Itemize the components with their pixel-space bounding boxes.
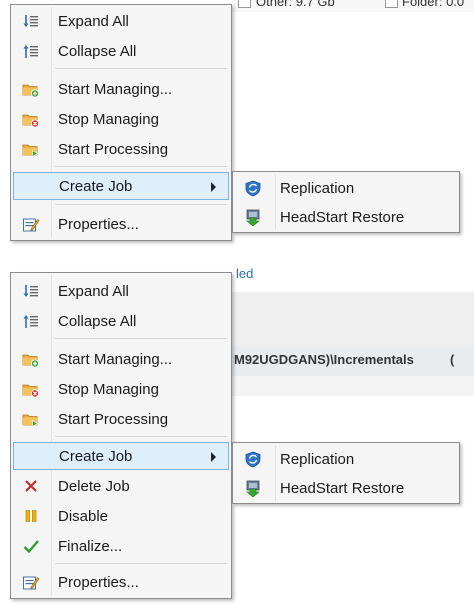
menu-item-disable[interactable]: Disable bbox=[13, 502, 229, 530]
menu-item-headstart-restore[interactable]: HeadStart Restore bbox=[235, 474, 457, 502]
replication-shield-icon bbox=[235, 445, 271, 473]
menu-item-label: Expand All bbox=[58, 282, 129, 300]
background-checkbox[interactable] bbox=[385, 0, 398, 8]
menu-separator bbox=[55, 68, 227, 69]
submenu-arrow-icon bbox=[211, 452, 216, 462]
menu-item-replication[interactable]: Replication bbox=[235, 445, 457, 473]
folder-add-icon bbox=[13, 345, 49, 373]
create-job-submenu-1: Replication HeadStart Restore bbox=[232, 171, 460, 233]
menu-item-label: Properties... bbox=[58, 573, 139, 591]
menu-item-label: Start Processing bbox=[58, 410, 169, 428]
menu-item-label: Start Processing bbox=[58, 140, 169, 158]
menu-item-replication[interactable]: Replication bbox=[235, 174, 457, 202]
properties-icon bbox=[13, 568, 49, 596]
menu-item-collapse-all[interactable]: Collapse All bbox=[13, 307, 229, 335]
menu-item-label: Stop Managing bbox=[58, 110, 159, 128]
expand-all-icon bbox=[13, 7, 49, 35]
expand-all-icon bbox=[13, 277, 49, 305]
menu-item-label: Replication bbox=[280, 179, 355, 197]
menu-item-start-managing[interactable]: Start Managing... bbox=[13, 345, 229, 373]
menu-item-start-processing[interactable]: Start Processing bbox=[13, 405, 229, 433]
collapse-all-icon bbox=[13, 37, 49, 65]
menu-separator bbox=[55, 436, 227, 437]
menu-item-label: Collapse All bbox=[58, 312, 137, 330]
menu-item-label: Stop Managing bbox=[58, 380, 159, 398]
menu-separator bbox=[55, 338, 227, 339]
menu-item-create-job[interactable]: Create Job bbox=[13, 172, 229, 200]
folder-process-icon bbox=[13, 135, 49, 163]
menu-separator bbox=[55, 166, 227, 167]
background-checkbox[interactable] bbox=[238, 0, 251, 8]
menu-item-label: Finalize... bbox=[58, 537, 123, 555]
background-text: Folder: 0.0 bbox=[402, 0, 465, 9]
menu-separator bbox=[55, 563, 227, 564]
menu-item-start-managing[interactable]: Start Managing... bbox=[13, 75, 229, 103]
headstart-restore-icon bbox=[235, 474, 271, 502]
menu-item-properties[interactable]: Properties... bbox=[13, 210, 229, 238]
background-text: Other: 9.7 Gb bbox=[256, 0, 335, 9]
menu-item-label: Expand All bbox=[58, 12, 129, 30]
menu-item-expand-all[interactable]: Expand All bbox=[13, 7, 229, 35]
menu-separator bbox=[55, 204, 227, 205]
background-text: led bbox=[236, 266, 254, 281]
menu-item-label: Disable bbox=[58, 507, 109, 525]
create-job-submenu-2: Replication HeadStart Restore bbox=[232, 442, 460, 504]
menu-item-finalize[interactable]: Finalize... bbox=[13, 532, 229, 560]
folder-stop-icon bbox=[13, 105, 49, 133]
menu-item-collapse-all[interactable]: Collapse All bbox=[13, 37, 229, 65]
replication-shield-icon bbox=[235, 174, 271, 202]
menu-item-label: Create Job bbox=[59, 177, 133, 195]
menu-item-label: Collapse All bbox=[58, 42, 137, 60]
menu-item-delete-job[interactable]: Delete Job bbox=[13, 472, 229, 500]
menu-item-label: Replication bbox=[280, 450, 355, 468]
background-row bbox=[232, 292, 474, 346]
menu-item-label: Create Job bbox=[59, 447, 133, 465]
background-text: ( bbox=[450, 352, 455, 367]
collapse-all-icon bbox=[13, 307, 49, 335]
menu-item-create-job[interactable]: Create Job bbox=[13, 442, 229, 470]
context-menu-1: Expand All Collapse All Start Managing..… bbox=[10, 4, 232, 241]
menu-item-label: Properties... bbox=[58, 215, 139, 233]
pause-icon bbox=[13, 502, 49, 530]
submenu-arrow-icon bbox=[211, 182, 216, 192]
menu-item-stop-managing[interactable]: Stop Managing bbox=[13, 375, 229, 403]
menu-item-stop-managing[interactable]: Stop Managing bbox=[13, 105, 229, 133]
context-menu-2: Expand All Collapse All Start Managing..… bbox=[10, 272, 232, 599]
folder-process-icon bbox=[13, 405, 49, 433]
headstart-restore-icon bbox=[235, 203, 271, 231]
delete-x-icon bbox=[13, 472, 49, 500]
menu-item-start-processing[interactable]: Start Processing bbox=[13, 135, 229, 163]
menu-item-label: HeadStart Restore bbox=[280, 479, 405, 497]
menu-item-expand-all[interactable]: Expand All bbox=[13, 277, 229, 305]
properties-icon bbox=[13, 210, 49, 238]
menu-item-headstart-restore[interactable]: HeadStart Restore bbox=[235, 203, 457, 231]
background-text: M92UGDGANS)\Incrementals bbox=[234, 352, 414, 367]
menu-item-label: Start Managing... bbox=[58, 350, 173, 368]
menu-item-label: HeadStart Restore bbox=[280, 208, 405, 226]
menu-item-label: Start Managing... bbox=[58, 80, 173, 98]
menu-item-properties[interactable]: Properties... bbox=[13, 568, 229, 596]
background-row bbox=[232, 376, 474, 396]
folder-add-icon bbox=[13, 75, 49, 103]
menu-item-label: Delete Job bbox=[58, 477, 130, 495]
folder-stop-icon bbox=[13, 375, 49, 403]
checkmark-icon bbox=[13, 532, 49, 560]
